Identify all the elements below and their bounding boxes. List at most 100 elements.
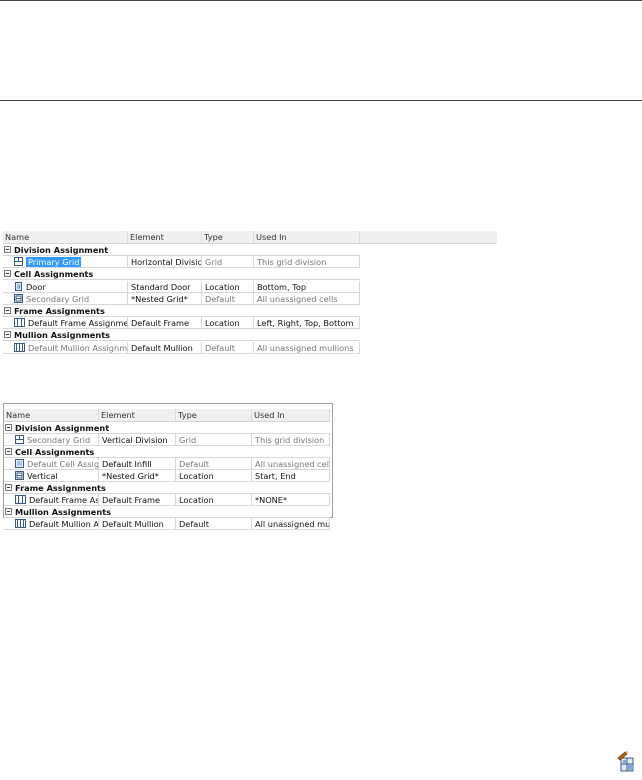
tree-group-row[interactable]: Division Assignment: [4, 422, 330, 434]
group-cell: Division Assignment: [4, 422, 330, 434]
type-cell: Location: [176, 494, 252, 506]
type-cell: Default: [202, 292, 254, 305]
collapse-toggle-icon[interactable]: [5, 424, 12, 431]
group-cell: Frame Assignments: [3, 305, 360, 317]
collapse-toggle-icon[interactable]: [5, 448, 12, 455]
type-cell: Location: [202, 317, 254, 330]
element-cell: Vertical Division: [99, 434, 176, 446]
collapse-toggle-icon[interactable]: [4, 331, 11, 339]
group-cell: Cell Assignments: [4, 446, 330, 458]
used-in-cell: This grid division: [254, 256, 360, 269]
collapse-toggle-icon[interactable]: [4, 270, 11, 278]
used-in-cell: Bottom, Top: [254, 280, 360, 293]
collapse-toggle-icon[interactable]: [5, 508, 12, 515]
item-name: Vertical: [27, 471, 58, 481]
column-header-element[interactable]: Element: [128, 231, 202, 243]
item-name: Default Cell Assignment: [27, 459, 99, 469]
item-name: Primary Grid: [26, 257, 82, 268]
column-header-used-in[interactable]: Used In: [254, 231, 360, 243]
item-name: Secondary Grid: [27, 435, 91, 445]
tree-group-row[interactable]: Mullion Assignments: [4, 506, 330, 518]
used-in-cell: Left, Right, Top, Bottom: [254, 317, 360, 330]
item-name: Default Mullion Assignment: [28, 342, 128, 353]
type-cell: Location: [202, 280, 254, 293]
tree-item-row[interactable]: Default Mullion Assign...Default Mullion…: [4, 518, 330, 530]
tree-group-row[interactable]: Frame Assignments: [3, 305, 360, 317]
column-header-element[interactable]: Element: [99, 409, 176, 421]
tree-group-row[interactable]: Mullion Assignments: [3, 329, 360, 342]
grid-division-icon: [14, 257, 23, 267]
tree-item-row[interactable]: Secondary Grid *Nested Grid* Default All un…: [3, 292, 360, 305]
tree-item-row[interactable]: Default Mullion AssignmentDefault Mullio…: [3, 341, 360, 354]
frame-icon: [15, 495, 26, 504]
tree-item-row[interactable]: Secondary Grid Vertical Division Grid This …: [4, 434, 330, 446]
tree-group-row[interactable]: Division Assignment: [3, 244, 360, 256]
name-cell: Primary Grid: [3, 256, 128, 269]
collapse-toggle-icon[interactable]: [4, 307, 11, 314]
mullion-icon: [14, 342, 25, 352]
grid-division-icon: [15, 435, 24, 444]
curtain-wall-tool-icon: [615, 750, 639, 774]
item-name: Default Mullion Assign...: [29, 519, 99, 529]
name-cell: Default Frame Assign...: [4, 494, 99, 506]
name-cell: Default Frame Assignment: [3, 317, 128, 330]
group-cell: Mullion Assignments: [4, 506, 330, 518]
name-cell: Default Mullion Assign...: [4, 518, 99, 530]
tree-item-row[interactable]: Door Standard Door Location Bottom, Top: [3, 280, 360, 293]
element-cell: Default Mullion: [128, 341, 202, 354]
cell-icon: [15, 459, 24, 468]
group-cell: Mullion Assignments: [3, 329, 360, 342]
column-header-row: Name Element Type Used In: [4, 409, 330, 422]
tree-group-row[interactable]: Frame Assignments: [4, 482, 330, 494]
column-header-used-in[interactable]: Used In: [252, 409, 330, 421]
element-cell: *Nested Grid*: [99, 470, 176, 482]
nested-grid-icon: [14, 293, 23, 303]
item-name: Default Frame Assign...: [29, 495, 99, 505]
group-label: Mullion Assignments: [15, 507, 111, 517]
element-cell: Default Mullion: [99, 518, 176, 530]
used-in-cell: Start, End: [252, 470, 330, 482]
header-divider: [0, 100, 642, 101]
item-name: Default Frame Assignment: [28, 318, 128, 329]
mullion-icon: [15, 519, 26, 528]
column-header-name[interactable]: Name: [4, 409, 99, 421]
document-page: Name Element Type Used In Division Assignmen…: [0, 0, 642, 780]
element-cell: Default Infill: [99, 458, 176, 470]
name-cell: Default Cell Assignment: [4, 458, 99, 470]
tree-item-row[interactable]: Vertical *Nested Grid* Location Start, End: [4, 470, 330, 482]
name-cell: Default Mullion Assignment: [3, 341, 128, 354]
column-header-name[interactable]: Name: [3, 231, 128, 243]
item-name: Door: [26, 281, 46, 292]
column-header-type[interactable]: Type: [202, 231, 254, 243]
assignments-tree-secondary: Name Element Type Used In Division Assignmen…: [4, 409, 332, 530]
group-cell: Cell Assignments: [3, 268, 360, 281]
collapse-toggle-icon[interactable]: [5, 484, 12, 491]
element-cell: Standard Door: [128, 280, 202, 293]
item-name: Secondary Grid: [26, 293, 90, 304]
type-cell: Grid: [202, 256, 254, 269]
group-label: Division Assignment: [14, 245, 109, 255]
tree-item-row[interactable]: Default Cell AssignmentDefault InfillDef…: [4, 458, 330, 470]
column-header-type[interactable]: Type: [176, 409, 252, 421]
tree-group-row[interactable]: Cell Assignments: [3, 268, 360, 281]
tree-item-row[interactable]: Default Frame Assignment Default Frame Loc…: [3, 317, 360, 330]
name-cell: Door: [3, 280, 128, 293]
tree-item-row[interactable]: Primary Grid Horizontal Division Grid This …: [3, 256, 360, 269]
type-cell: Default: [202, 341, 254, 354]
assignments-tree-primary: Name Element Type Used In Division Assignmen…: [3, 231, 497, 354]
door-icon: [14, 281, 23, 291]
group-cell: Division Assignment: [3, 244, 360, 256]
name-cell: Vertical: [4, 470, 99, 482]
element-cell: *Nested Grid*: [128, 292, 202, 305]
tree-item-row[interactable]: Default Frame Assign...Default FrameLoca…: [4, 494, 330, 506]
element-cell: Default Frame: [99, 494, 176, 506]
name-cell: Secondary Grid: [3, 292, 128, 305]
used-in-cell: All unassigned cells: [254, 292, 360, 305]
used-in-cell: All unassigned mullions: [254, 341, 360, 354]
collapse-toggle-icon[interactable]: [4, 246, 11, 253]
type-cell: Grid: [176, 434, 252, 446]
group-label: Division Assignment: [15, 423, 110, 433]
type-cell: Default: [176, 458, 252, 470]
used-in-cell: All unassigned cells: [252, 458, 330, 470]
tree-group-row[interactable]: Cell Assignments: [4, 446, 330, 458]
